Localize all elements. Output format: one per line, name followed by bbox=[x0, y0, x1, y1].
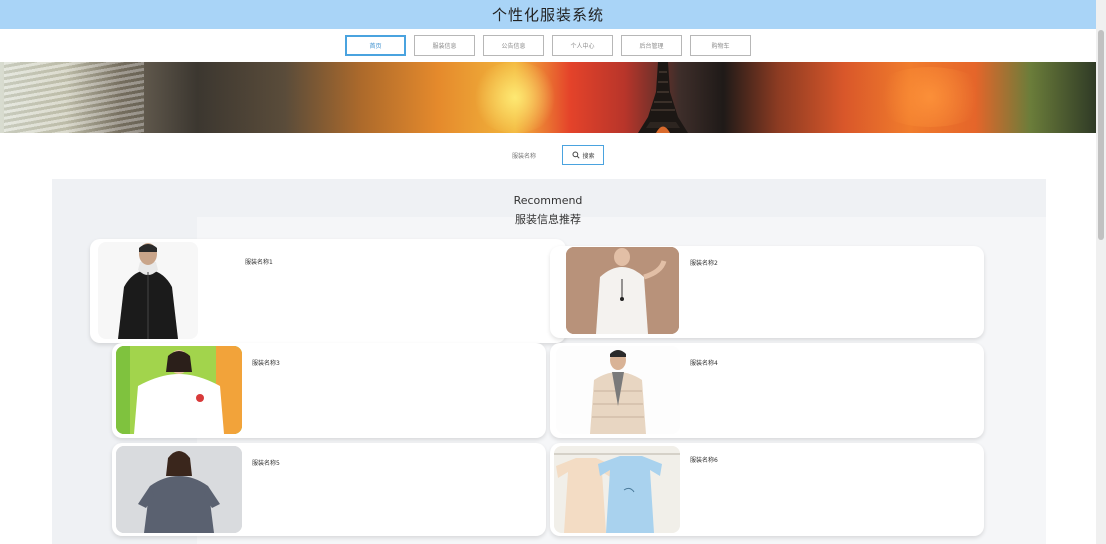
product-image bbox=[554, 446, 680, 533]
product-card[interactable]: 服装名称2 bbox=[550, 246, 984, 338]
search-icon bbox=[571, 151, 580, 159]
black-jacket-image bbox=[98, 242, 198, 339]
product-card[interactable]: 服装名称5 bbox=[112, 443, 546, 536]
search-button[interactable]: 搜索 bbox=[562, 145, 605, 165]
nav-clothing-info[interactable]: 服装信息 bbox=[414, 35, 475, 56]
scrollbar-thumb[interactable] bbox=[1098, 30, 1104, 240]
product-name[interactable]: 服装名称6 bbox=[690, 455, 718, 464]
banner-image bbox=[0, 62, 1096, 133]
product-image bbox=[98, 242, 198, 339]
nav-cart[interactable]: 购物车 bbox=[690, 35, 751, 56]
product-card[interactable]: 服装名称1 bbox=[90, 239, 566, 343]
recommend-title-cn: 服装信息推荐 bbox=[515, 213, 581, 226]
product-image bbox=[556, 346, 680, 434]
nav-personal-center[interactable]: 个人中心 bbox=[552, 35, 613, 56]
product-card[interactable]: 服装名称4 bbox=[550, 343, 984, 438]
banner-book-blur bbox=[4, 62, 144, 133]
gray-tshirt-image bbox=[116, 446, 242, 533]
product-card[interactable]: 服装名称3 bbox=[112, 343, 546, 438]
main-nav: 首页 服装信息 公告信息 个人中心 后台管理 购物车 bbox=[345, 35, 751, 56]
white-tshirt-image bbox=[566, 247, 679, 334]
product-image bbox=[116, 446, 242, 533]
product-name[interactable]: 服装名称4 bbox=[690, 358, 718, 367]
printed-tshirt-image bbox=[116, 346, 242, 434]
product-card[interactable]: 服装名称6 bbox=[550, 443, 984, 536]
site-title: 个性化服装系统 bbox=[491, 6, 604, 24]
search-field-label[interactable]: 服装名称 bbox=[512, 151, 536, 160]
puffer-jacket-image bbox=[556, 346, 680, 434]
banner-light-glow-right bbox=[870, 67, 990, 127]
search-bar: 服装名称 搜索 bbox=[512, 145, 605, 165]
nav-home[interactable]: 首页 bbox=[345, 35, 406, 56]
product-name[interactable]: 服装名称5 bbox=[252, 458, 280, 467]
product-name[interactable]: 服装名称2 bbox=[690, 258, 718, 267]
product-image bbox=[116, 346, 242, 434]
product-name[interactable]: 服装名称1 bbox=[245, 257, 273, 266]
page-scrollbar[interactable] bbox=[1096, 0, 1106, 544]
banner-light-glow bbox=[470, 62, 560, 133]
header-bar: 个性化服装系统 bbox=[0, 0, 1096, 29]
nav-announcements[interactable]: 公告信息 bbox=[483, 35, 544, 56]
search-button-label: 搜索 bbox=[582, 152, 595, 160]
product-name[interactable]: 服装名称3 bbox=[252, 358, 280, 367]
recommend-title-en: Recommend bbox=[513, 194, 583, 207]
hanging-tshirts-image bbox=[554, 446, 680, 533]
eiffel-tower-icon bbox=[638, 62, 688, 133]
nav-admin[interactable]: 后台管理 bbox=[621, 35, 682, 56]
product-image bbox=[566, 247, 679, 334]
